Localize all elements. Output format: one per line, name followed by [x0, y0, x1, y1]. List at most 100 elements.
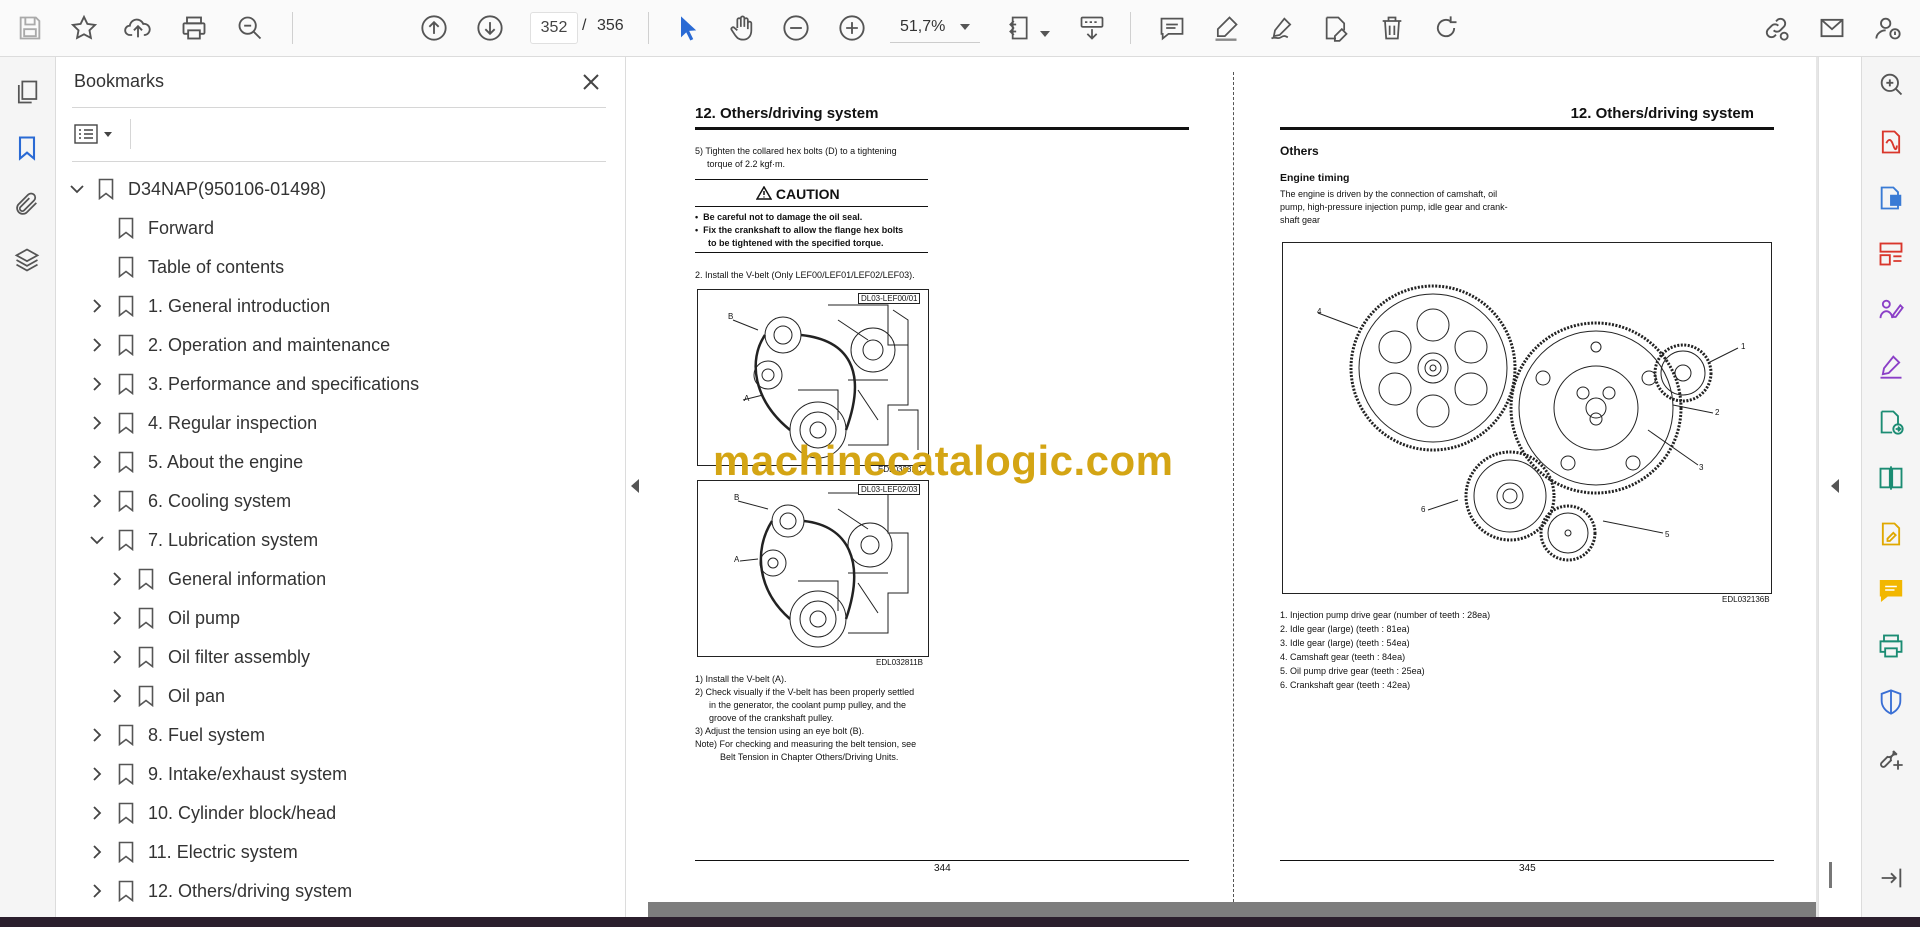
fill-sign-icon[interactable]: [1874, 349, 1908, 383]
send-for-review-icon[interactable]: [1874, 405, 1908, 439]
bookmark-options-button[interactable]: [74, 119, 120, 149]
page-thumbnails-icon[interactable]: [10, 75, 44, 109]
page-number-input[interactable]: 352: [530, 12, 578, 44]
bookmark-item[interactable]: Oil pan: [108, 679, 225, 713]
chevron-right-icon[interactable]: [88, 882, 106, 900]
edit-text-icon[interactable]: [1318, 10, 1354, 46]
layers-icon[interactable]: [10, 243, 44, 277]
bookmark-item[interactable]: Oil pump: [108, 601, 240, 635]
collapse-tools-icon[interactable]: [1874, 861, 1908, 895]
bookmark-item[interactable]: 9. Intake/exhaust system: [88, 757, 347, 791]
bookmark-item[interactable]: Oil filter assembly: [108, 640, 310, 674]
highlight-pen-icon[interactable]: [1208, 10, 1244, 46]
chevron-right-icon[interactable]: [108, 687, 126, 705]
chevron-right-icon[interactable]: [88, 297, 106, 315]
expand-right-arrow-icon[interactable]: [1831, 479, 1841, 498]
bookmark-item[interactable]: 8. Fuel system: [88, 718, 265, 752]
comment-icon[interactable]: [1154, 10, 1190, 46]
chevron-right-icon[interactable]: [88, 726, 106, 744]
redo-icon[interactable]: [1428, 10, 1464, 46]
email-icon[interactable]: [1814, 10, 1850, 46]
page-fit-icon[interactable]: [1004, 10, 1040, 46]
hand-tool-icon[interactable]: [724, 10, 760, 46]
right-panel-collapse-gutter[interactable]: [1818, 57, 1862, 917]
gear-list-item: 6. Crankshaft gear (teeth : 42ea): [1280, 680, 1411, 690]
select-cursor-icon[interactable]: [670, 10, 706, 46]
gear-callout: 1: [1741, 342, 1746, 351]
scroll-mode-icon[interactable]: [1074, 10, 1110, 46]
request-signatures-icon[interactable]: [1874, 293, 1908, 327]
compare-files-icon[interactable]: [1874, 461, 1908, 495]
previous-page-icon[interactable]: [416, 10, 452, 46]
bookmark-item[interactable]: 2. Operation and maintenance: [88, 328, 390, 362]
bookmarks-panel-title: Bookmarks: [74, 71, 165, 91]
bookmark-label: 7. Lubrication system: [148, 529, 319, 550]
zoom-in-icon[interactable]: [834, 10, 870, 46]
bookmark-label: 5. About the engine: [148, 451, 304, 472]
print-icon[interactable]: [176, 10, 212, 46]
window-bottom-bar: [0, 917, 1920, 927]
bookmark-item[interactable]: General information: [108, 562, 326, 596]
bookmark-item[interactable]: 5. About the engine: [88, 445, 303, 479]
figure-callout: A: [744, 394, 750, 403]
edit-pdf-icon[interactable]: [1874, 517, 1908, 551]
star-icon[interactable]: [66, 10, 102, 46]
chevron-right-icon[interactable]: [108, 609, 126, 627]
chevron-down-icon[interactable]: [88, 531, 106, 549]
chevron-right-icon[interactable]: [88, 375, 106, 393]
bookmark-item[interactable]: 1. General introduction: [88, 289, 330, 323]
chevron-right-icon[interactable]: [88, 414, 106, 432]
bookmark-item[interactable]: 3. Performance and specifications: [88, 367, 419, 401]
bookmark-item[interactable]: Forward: [88, 211, 214, 245]
upload-icon[interactable]: [120, 10, 156, 46]
chevron-right-icon[interactable]: [88, 765, 106, 783]
chevron-down-icon[interactable]: [1040, 24, 1050, 42]
bookmark-item[interactable]: 7. Lubrication system: [88, 523, 318, 557]
organize-pages-icon[interactable]: [1874, 237, 1908, 271]
step-text: 5) Tighten the collared hex bolts (D) to…: [695, 146, 897, 156]
document-view[interactable]: 12. Others/driving system 5) Tighten the…: [648, 57, 1830, 917]
account-icon[interactable]: [1870, 10, 1906, 46]
create-pdf-icon[interactable]: [1874, 181, 1908, 215]
print-production-icon[interactable]: [1874, 629, 1908, 663]
bookmark-item[interactable]: 12. Others/driving system: [88, 874, 352, 908]
bookmark-item[interactable]: 11. Electric system: [88, 835, 298, 869]
zoom-search-icon[interactable]: [232, 10, 268, 46]
more-tools-icon[interactable]: [1874, 741, 1908, 775]
protect-shield-icon[interactable]: [1874, 685, 1908, 719]
attachment-icon[interactable]: [10, 187, 44, 221]
zoom-out-icon[interactable]: [778, 10, 814, 46]
bookmark-item[interactable]: 10. Cylinder block/head: [88, 796, 336, 830]
chevron-right-icon[interactable]: [88, 453, 106, 471]
chevron-right-icon[interactable]: [88, 336, 106, 354]
draw-signature-icon[interactable]: [1264, 10, 1300, 46]
chevron-right-icon[interactable]: [108, 570, 126, 588]
zoom-level-dropdown[interactable]: 51,7%: [890, 12, 980, 43]
chevron-right-icon[interactable]: [108, 648, 126, 666]
add-comment-icon[interactable]: [1874, 573, 1908, 607]
page-number: 345: [1519, 863, 1536, 874]
left-panel-collapse-gutter[interactable]: [626, 57, 649, 917]
delete-icon[interactable]: [1374, 10, 1410, 46]
bookmark-item[interactable]: D34NAP(950106-01498): [68, 172, 326, 206]
chevron-right-icon[interactable]: [88, 804, 106, 822]
close-panel-button[interactable]: [576, 67, 606, 97]
bookmark-icon: [118, 256, 136, 279]
bookmark-item[interactable]: Table of contents: [88, 250, 284, 284]
share-link-icon[interactable]: [1758, 10, 1794, 46]
bookmark-label: Oil pump: [168, 607, 241, 628]
bookmark-item[interactable]: 6. Cooling system: [88, 484, 291, 518]
warning-triangle-icon: [755, 185, 773, 200]
zoom-tools-icon[interactable]: [1874, 67, 1908, 101]
chevron-right-icon[interactable]: [88, 843, 106, 861]
next-page-icon[interactable]: [472, 10, 508, 46]
bookmark-panel-icon[interactable]: [10, 131, 44, 165]
chevron-down-icon[interactable]: [68, 180, 86, 198]
chevron-right-icon[interactable]: [88, 492, 106, 510]
export-pdf-icon[interactable]: [1874, 125, 1908, 159]
save-icon[interactable]: [12, 10, 48, 46]
bookmark-item[interactable]: 4. Regular inspection: [88, 406, 317, 440]
scroll-indicator[interactable]: [1829, 862, 1832, 888]
collapse-left-arrow-icon[interactable]: [631, 479, 641, 498]
caution-title: CAUTION: [775, 186, 840, 202]
